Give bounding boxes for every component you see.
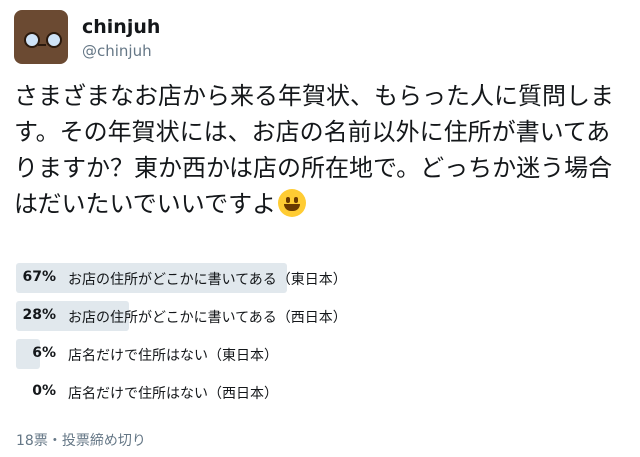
poll-option-percent: 28% <box>22 307 56 323</box>
display-name[interactable]: chinjuh <box>82 16 160 38</box>
tweet-text: さまざまなお店から来る年賀状、もらった人に質問します。その年賀状には、お店の名前… <box>14 82 614 218</box>
user-handle[interactable]: @chinjuh <box>82 42 152 60</box>
poll: 67% お店の住所がどこかに書いてある（東日本） 28% お店の住所がどこかに書… <box>16 263 436 415</box>
poll-option: 67% お店の住所がどこかに書いてある（東日本） <box>16 263 436 293</box>
poll-option-label: 店名だけで住所はない（西日本） <box>68 386 278 402</box>
tweet-body: さまざまなお店から来る年賀状、もらった人に質問します。その年賀状には、お店の名前… <box>14 78 626 222</box>
poll-option-label: お店の住所がどこかに書いてある（西日本） <box>68 310 347 326</box>
poll-option: 6% 店名だけで住所はない（東日本） <box>16 339 436 369</box>
poll-option-label: 店名だけで住所はない（東日本） <box>68 348 278 364</box>
poll-option-percent: 0% <box>32 383 56 399</box>
avatar-eye-right <box>46 32 62 48</box>
poll-option-percent: 6% <box>32 345 56 361</box>
poll-footer: 18票・投票締め切り <box>16 433 146 449</box>
grinning-face-emoji-icon <box>278 189 307 217</box>
avatar-mouth <box>38 44 46 46</box>
avatar[interactable] <box>14 10 68 64</box>
poll-option: 28% お店の住所がどこかに書いてある（西日本） <box>16 301 436 331</box>
tweet-header: chinjuh @chinjuh <box>14 10 614 70</box>
poll-option: 0% 店名だけで住所はない（西日本） <box>16 377 436 407</box>
poll-option-label: お店の住所がどこかに書いてある（東日本） <box>68 272 347 288</box>
poll-option-percent: 67% <box>22 269 56 285</box>
